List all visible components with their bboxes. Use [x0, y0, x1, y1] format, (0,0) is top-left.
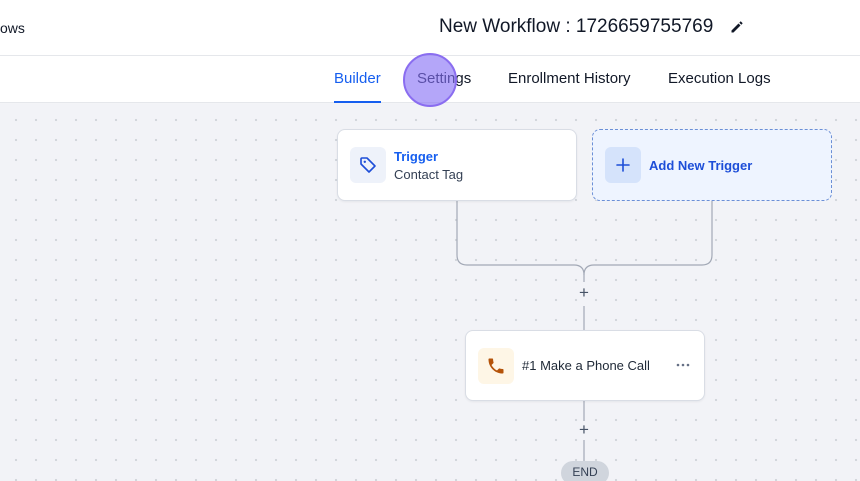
add-new-trigger-label: Add New Trigger — [649, 157, 753, 173]
phone-icon — [478, 347, 514, 384]
action-card[interactable]: #1 Make a Phone Call — [465, 330, 705, 401]
tag-icon — [350, 147, 386, 183]
tab-execution-logs[interactable]: Execution Logs — [668, 56, 771, 103]
breadcrumb[interactable]: ows — [0, 20, 25, 36]
top-header: ows New Workflow : 1726659755769 — [0, 0, 860, 56]
trigger-subtitle: Contact Tag — [394, 166, 464, 182]
workflow-tabs: Builder Settings Enrollment History Exec… — [0, 56, 860, 103]
action-label: #1 Make a Phone Call — [522, 358, 650, 373]
workflow-title-group: New Workflow : 1726659755769 — [439, 16, 745, 38]
trigger-label: Trigger — [394, 148, 439, 164]
add-new-trigger-button[interactable]: Add New Trigger — [592, 129, 832, 201]
workflow-title: New Workflow : 1726659755769 — [439, 16, 714, 37]
add-step-button[interactable]: + — [575, 284, 593, 302]
tab-enrollment-history[interactable]: Enrollment History — [508, 56, 631, 103]
tab-settings[interactable]: Settings — [417, 56, 471, 103]
workflow-canvas[interactable]: Trigger Contact Tag Add New Trigger + #1… — [0, 104, 860, 481]
more-options-icon[interactable] — [674, 357, 692, 373]
trigger-text: Trigger Contact Tag — [394, 149, 463, 182]
plus-icon — [605, 147, 641, 183]
trigger-card[interactable]: Trigger Contact Tag — [337, 129, 577, 201]
end-node: END — [561, 461, 609, 481]
tab-builder[interactable]: Builder — [334, 56, 381, 103]
pencil-icon[interactable] — [729, 19, 745, 35]
add-step-button[interactable]: + — [575, 421, 593, 439]
